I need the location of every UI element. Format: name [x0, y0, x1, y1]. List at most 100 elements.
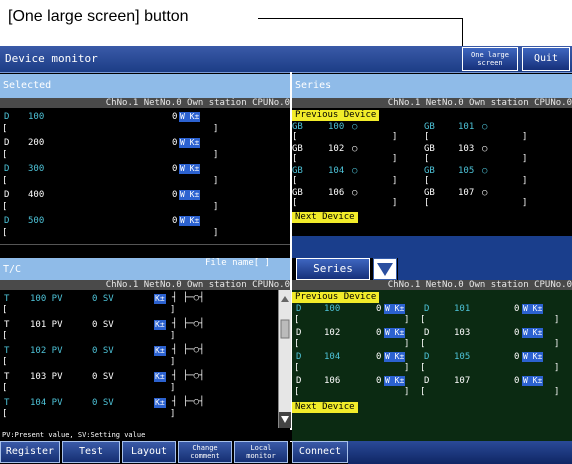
device-type: D	[296, 304, 302, 314]
scroll-thumb[interactable]	[280, 319, 290, 339]
device-number: 102	[328, 144, 345, 154]
scroll-up-icon[interactable]	[281, 296, 289, 302]
selected-header-label: Selected	[3, 80, 52, 91]
setting-value: 0 SV	[92, 346, 114, 356]
format-badge: K±	[154, 294, 166, 304]
device-type: GB	[424, 122, 435, 132]
comment-bracket: [	[292, 176, 298, 186]
device-number: 107	[458, 188, 475, 198]
tab-bar-fill	[348, 441, 572, 464]
comment-bracket: [	[294, 387, 300, 397]
series-device-list[interactable]: Previous Device GB 100 ○ GB 101 ○[][] GB 102 ○ GB 1…	[292, 108, 572, 236]
device-value: 0	[172, 190, 178, 200]
format-badge: W K±	[522, 352, 544, 362]
comment-bracket: ]	[554, 315, 560, 325]
annotation-leader-line	[258, 18, 462, 19]
comment-bracket: [	[424, 198, 430, 208]
comment-bracket: ]	[170, 305, 176, 315]
previous-device-button[interactable]: Previous Device	[292, 292, 380, 303]
device-type: D	[296, 376, 302, 386]
device-number: 100	[28, 112, 45, 122]
register-tab[interactable]: Register	[0, 441, 60, 463]
comment-open: [	[2, 202, 8, 212]
series-header: Series	[292, 74, 572, 98]
layout-tab[interactable]: Layout	[122, 441, 176, 463]
format-badge: K±	[154, 346, 166, 356]
format-badge: W K±	[179, 190, 201, 200]
device-type: D	[4, 164, 10, 174]
format-badge: K±	[154, 320, 166, 330]
test-tab[interactable]: Test	[62, 441, 120, 463]
annotation-label: [One large screen] button	[8, 8, 189, 25]
comment-bracket: [	[292, 198, 298, 208]
comment-bracket: [	[294, 339, 300, 349]
comment-close: ]	[213, 124, 219, 134]
device-number: 106	[328, 188, 345, 198]
device-number: 103	[454, 328, 471, 338]
format-badge: W K±	[522, 328, 544, 338]
device-number: 400	[28, 190, 45, 200]
comment-bracket: [	[294, 363, 300, 373]
comment-bracket: [	[294, 315, 300, 325]
comment-bracket: ]	[522, 132, 528, 142]
selected-header: Selected	[0, 74, 290, 98]
comment-bracket: [	[292, 132, 298, 142]
comment-bracket: [	[424, 154, 430, 164]
selected-device-list[interactable]: D 100 0 W K±[] D 200 0 W K±[] D 300 0 W K±[] D 400 0 W …	[0, 108, 290, 244]
bit-lamp-icon: ○	[482, 122, 488, 132]
device-number: 105	[458, 166, 475, 176]
one-large-screen-button[interactable]: One large screen	[462, 47, 518, 71]
next-device-button[interactable]: Next Device	[292, 402, 358, 413]
quit-button[interactable]: Quit	[522, 47, 570, 71]
bit-lamp-icon: ○	[482, 188, 488, 198]
contact-coil-icon: ┤ ├─○┤	[172, 371, 205, 381]
device-number: 105	[454, 352, 471, 362]
series-bottom-device-list[interactable]: Previous Device D 100 0 W K± D 101 0 W K±[][] D 10…	[292, 290, 572, 441]
comment-open: [	[2, 124, 8, 134]
device-type: GB	[292, 166, 303, 176]
device-type: GB	[292, 188, 303, 198]
comment-bracket: ]	[522, 176, 528, 186]
previous-device-button[interactable]: Previous Device	[292, 110, 380, 121]
device-value: 0	[514, 328, 520, 338]
format-badge: W K±	[522, 304, 544, 314]
file-name-field[interactable]: File name[ ]	[205, 258, 270, 268]
device-number: 107	[454, 376, 471, 386]
comment-close: ]	[213, 150, 219, 160]
tc-scrollbar[interactable]	[278, 290, 291, 428]
device-type: D	[296, 328, 302, 338]
selected-footer	[0, 244, 290, 259]
comment-bracket: [	[420, 315, 426, 325]
device-number: 100	[328, 122, 345, 132]
contact-coil-icon: ┤ ├─○┤	[172, 345, 205, 355]
connect-tab[interactable]: Connect	[292, 441, 348, 463]
comment-bracket: [	[2, 357, 8, 367]
format-badge: W K±	[179, 112, 201, 122]
comment-bracket: ]	[392, 154, 398, 164]
comment-bracket: ]	[404, 387, 410, 397]
device-type: D	[424, 352, 430, 362]
device-value: 0	[376, 376, 382, 386]
series-dropdown-chevron-icon[interactable]	[373, 258, 397, 280]
contact-coil-icon: ┤ ├─○┤	[172, 319, 205, 329]
tc-header-label: T/C	[3, 264, 22, 275]
contact-coil-icon: ┤ ├─○┤	[172, 293, 205, 303]
series-header-label: Series	[295, 80, 332, 91]
change-comment-tab[interactable]: Change comment	[178, 441, 232, 463]
device-value: 0	[376, 328, 382, 338]
comment-bracket: [	[424, 176, 430, 186]
tc-device-list[interactable]: T 100 PV 0 SV K± ┤ ├─○┤ [] T 101 PV 0 SV K± ┤ ├─○┤…	[0, 290, 278, 428]
comment-bracket: [	[2, 305, 8, 315]
device-type: GB	[424, 188, 435, 198]
comment-bracket: ]	[170, 357, 176, 367]
comment-close: ]	[213, 176, 219, 186]
series-dropdown[interactable]: Series	[296, 258, 370, 280]
device-number: 200	[28, 138, 45, 148]
next-device-button[interactable]: Next Device	[292, 212, 358, 223]
present-value: 102 PV	[30, 346, 63, 356]
series-selector-fill	[398, 258, 572, 280]
local-monitor-tab[interactable]: Local monitor	[234, 441, 288, 463]
comment-bracket: [	[420, 387, 426, 397]
comment-bracket: ]	[392, 132, 398, 142]
device-number: 106	[324, 376, 341, 386]
